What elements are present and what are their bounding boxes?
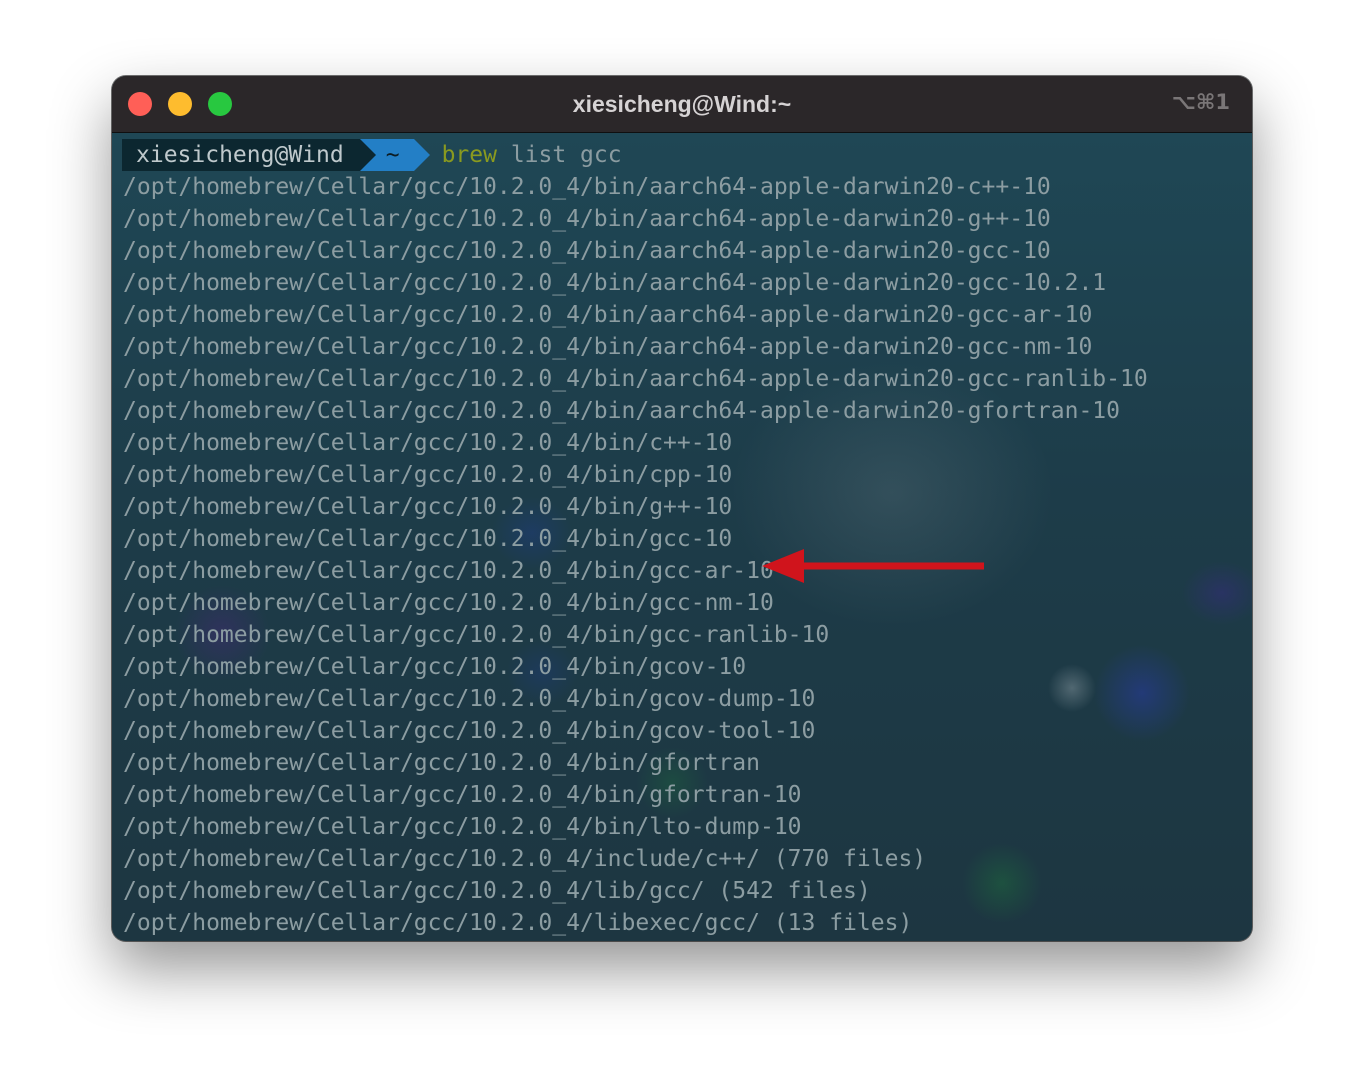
tab-shortcut-label: ⌥⌘1 — [1171, 90, 1230, 114]
output-line: /opt/homebrew/Cellar/gcc/10.2.0_4/bin/aa… — [123, 398, 1120, 424]
output-line: /opt/homebrew/Cellar/gcc/10.2.0_4/bin/aa… — [123, 174, 1051, 200]
output-line: /opt/homebrew/Cellar/gcc/10.2.0_4/bin/gc… — [123, 718, 816, 744]
prompt-user-host: xiesicheng@Wind — [122, 139, 360, 171]
terminal-content[interactable]: xiesicheng@Wind ~ brew list gcc /opt/hom… — [112, 133, 1252, 941]
output-line: /opt/homebrew/Cellar/gcc/10.2.0_4/bin/gc… — [123, 654, 747, 680]
command-name: brew — [441, 142, 497, 168]
output-line: /opt/homebrew/Cellar/gcc/10.2.0_4/includ… — [123, 846, 927, 872]
output-line: /opt/homebrew/Cellar/gcc/10.2.0_4/bin/aa… — [123, 334, 1093, 360]
output-line: /opt/homebrew/Cellar/gcc/10.2.0_4/bin/aa… — [123, 238, 1051, 264]
prompt-separator-icon — [359, 139, 376, 171]
title-bar[interactable]: xiesicheng@Wind:~ ⌥⌘1 — [112, 76, 1252, 133]
output-line: /opt/homebrew/Cellar/gcc/10.2.0_4/bin/lt… — [123, 814, 802, 840]
output-line: /opt/homebrew/Cellar/gcc/10.2.0_4/bin/aa… — [123, 366, 1148, 392]
output-line: /opt/homebrew/Cellar/gcc/10.2.0_4/bin/cp… — [123, 462, 733, 488]
command-output: /opt/homebrew/Cellar/gcc/10.2.0_4/bin/aa… — [123, 171, 1148, 939]
output-line: /opt/homebrew/Cellar/gcc/10.2.0_4/bin/gc… — [123, 686, 816, 712]
output-line: /opt/homebrew/Cellar/gcc/10.2.0_4/bin/gc… — [123, 526, 733, 552]
output-line: /opt/homebrew/Cellar/gcc/10.2.0_4/bin/gf… — [123, 782, 802, 808]
command-args: list gcc — [496, 142, 622, 168]
output-line: /opt/homebrew/Cellar/gcc/10.2.0_4/bin/gc… — [123, 558, 774, 584]
prompt-cwd: ~ — [375, 139, 414, 171]
output-line: /opt/homebrew/Cellar/gcc/10.2.0_4/libexe… — [123, 910, 913, 936]
output-line: /opt/homebrew/Cellar/gcc/10.2.0_4/bin/aa… — [123, 206, 1051, 232]
output-line-highlighted: /opt/homebrew/Cellar/gcc/10.2.0_4/bin/g+… — [123, 494, 733, 520]
output-line: /opt/homebrew/Cellar/gcc/10.2.0_4/bin/gc… — [123, 622, 830, 648]
shell-prompt: xiesicheng@Wind ~ brew list gcc — [122, 139, 622, 171]
window-title: xiesicheng@Wind:~ — [572, 91, 792, 117]
output-line: /opt/homebrew/Cellar/gcc/10.2.0_4/bin/gf… — [123, 750, 760, 776]
output-line: /opt/homebrew/Cellar/gcc/10.2.0_4/lib/gc… — [123, 878, 871, 904]
output-line: /opt/homebrew/Cellar/gcc/10.2.0_4/bin/c+… — [123, 430, 733, 456]
red-arrow-left-icon — [762, 549, 984, 583]
terminal-window: xiesicheng@Wind:~ ⌥⌘1 xiesicheng@Wind ~ … — [112, 76, 1252, 941]
output-line: /opt/homebrew/Cellar/gcc/10.2.0_4/bin/aa… — [123, 270, 1107, 296]
output-line: /opt/homebrew/Cellar/gcc/10.2.0_4/bin/gc… — [123, 590, 774, 616]
output-line: /opt/homebrew/Cellar/gcc/10.2.0_4/bin/aa… — [123, 302, 1093, 328]
prompt-separator-icon — [413, 139, 430, 171]
